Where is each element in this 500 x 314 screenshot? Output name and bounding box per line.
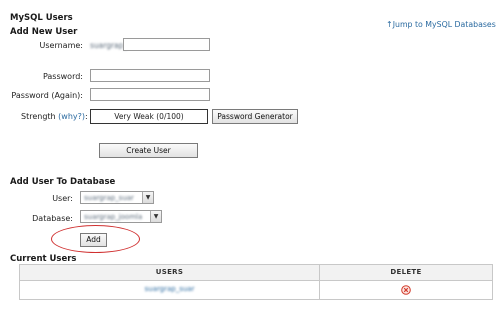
up-arrow-icon: ↑: [386, 20, 393, 29]
database-select-value: suargrap_joomla: [84, 213, 143, 221]
password-again-label: Password (Again):: [11, 91, 83, 100]
username-field[interactable]: [123, 38, 210, 51]
database-select[interactable]: suargrap_joomla ▼: [80, 210, 162, 223]
username-prefix: suargrap_: [90, 40, 127, 52]
password-again-field[interactable]: [90, 88, 210, 101]
user-select-label: User:: [52, 194, 73, 203]
chevron-down-icon: ▼: [150, 211, 161, 222]
strength-label-row: Strength (why?):: [21, 112, 88, 121]
username-prefix-text: suargrap_: [90, 41, 128, 50]
strength-meter: Very Weak (0/100): [90, 109, 208, 124]
user-select[interactable]: suargrap_suar ▼: [80, 191, 154, 204]
column-header-delete: DELETE: [390, 268, 422, 276]
add-user-to-database-button[interactable]: Add: [80, 233, 107, 247]
strength-colon: :: [85, 112, 88, 121]
password-label: Password:: [42, 72, 83, 81]
current-users-table: USERS DELETE suargrap_suar: [19, 264, 493, 300]
delete-x-icon[interactable]: [401, 285, 411, 295]
add-new-user-heading: Add New User: [10, 27, 78, 37]
add-user-to-database-heading: Add User To Database: [10, 177, 116, 187]
jump-link-label: Jump to MySQL Databases: [392, 20, 496, 29]
column-header-users: USERS: [155, 268, 184, 276]
jump-to-databases-link[interactable]: ↑Jump to MySQL Databases: [386, 20, 496, 29]
password-generator-button[interactable]: Password Generator: [212, 109, 298, 124]
strength-why-link[interactable]: (why?): [58, 112, 85, 121]
database-select-label: Database:: [32, 214, 73, 223]
password-field[interactable]: [90, 69, 210, 82]
strength-label: Strength: [21, 112, 56, 121]
current-users-heading: Current Users: [10, 254, 77, 264]
column-divider: [319, 281, 320, 300]
table-row: suargrap_suar: [20, 281, 492, 300]
table-header: USERS DELETE: [20, 265, 492, 281]
username-label: Username:: [39, 41, 83, 50]
page-title: MySQL Users: [10, 13, 73, 23]
chevron-down-icon: ▼: [142, 192, 153, 203]
user-cell[interactable]: suargrap_suar: [20, 285, 319, 293]
create-user-button[interactable]: Create User: [99, 143, 198, 158]
user-select-value: suargrap_suar: [84, 194, 134, 202]
